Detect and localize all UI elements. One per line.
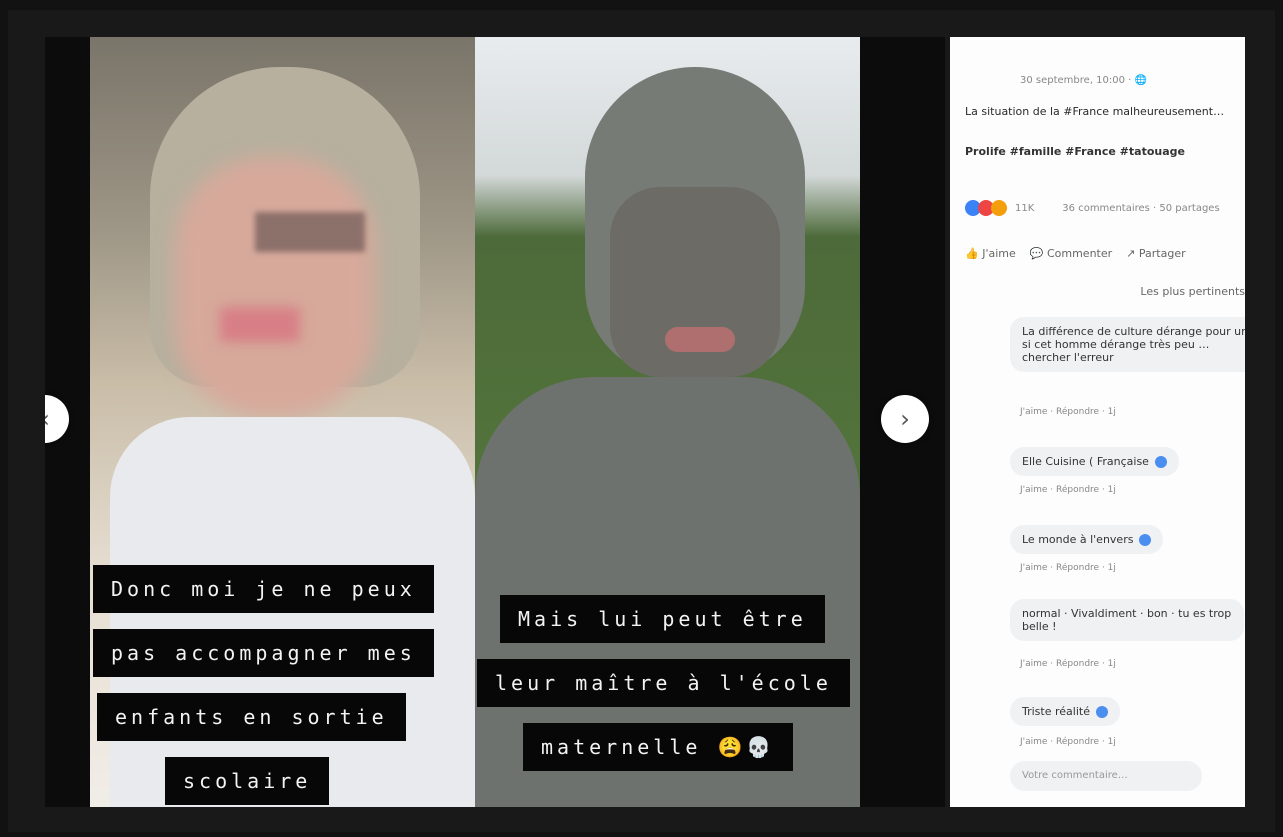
like-button[interactable]: 👍 J'aime [965, 247, 1016, 260]
post-date: 30 septembre, 10:00 · 🌐 [1020, 75, 1147, 86]
post-sidebar: 30 septembre, 10:00 · 🌐 La situation de … [950, 37, 1245, 807]
blurred-face [175, 157, 375, 417]
comment-input[interactable]: Votre commentaire… [1010, 761, 1202, 791]
lips [665, 327, 735, 352]
chevron-left-icon: ‹ [45, 405, 50, 433]
reactions-summary[interactable]: 11K 36 commentaires · 50 partages [965, 200, 1220, 216]
comment-button[interactable]: 💬 Commenter [1030, 247, 1112, 260]
reaction-count: 11K [1015, 202, 1035, 214]
comment-3: Le monde à l'envers [1010, 525, 1164, 554]
comment-5-actions[interactable]: J'aime · Répondre · 1j [1020, 737, 1116, 747]
caption-left-line-1: Donc moi je ne peux [93, 565, 434, 613]
comment-sort[interactable]: Les plus pertinents [1140, 285, 1245, 298]
verified-icon [1154, 456, 1167, 468]
post-text: La situation de la #France malheureuseme… [965, 105, 1225, 118]
haha-reaction-icon [991, 200, 1007, 216]
post-actions: 👍 J'aime 💬 Commenter ↗ Partager [965, 247, 1186, 260]
caption-left-line-4: scolaire [165, 757, 330, 805]
share-button[interactable]: ↗ Partager [1126, 247, 1185, 260]
comment-2: Elle Cuisine ( Française [1010, 447, 1179, 476]
caption-right-line-1: Mais lui peut être [500, 595, 825, 643]
comment-3-actions[interactable]: J'aime · Répondre · 1j [1020, 563, 1116, 573]
caption-right-line-2: leur maître à l'école [477, 659, 850, 707]
chevron-right-icon: › [900, 405, 910, 433]
comment-4-actions[interactable]: J'aime · Répondre · 1j [1020, 659, 1116, 669]
comment-5: Triste réalité [1010, 697, 1120, 726]
photo-left [90, 37, 475, 807]
media-viewer: Donc moi je ne peux pas accompagner mes … [45, 37, 945, 807]
caption-left-line-3: enfants en sortie [97, 693, 406, 741]
pixelated-eyes [255, 212, 365, 252]
caption-left-line-2: pas accompagner mes [93, 629, 434, 677]
caption-right-line-3: maternelle 😩💀 [523, 723, 794, 771]
next-button[interactable]: › [881, 395, 929, 443]
comment-4: normal · Vivaldiment · bon · tu es trop … [1010, 599, 1244, 641]
comment-1: La différence de culture dérange pour un… [1010, 317, 1245, 372]
verified-icon [1095, 706, 1108, 718]
verified-icon [1139, 534, 1152, 546]
post-hashtags[interactable]: Prolife #famille #France #tatouage [965, 145, 1185, 158]
comment-1-actions[interactable]: J'aime · Répondre · 1j [1020, 407, 1116, 417]
comment-2-actions[interactable]: J'aime · Répondre · 1j [1020, 485, 1116, 495]
previous-button[interactable]: ‹ [45, 395, 69, 443]
pixelated-mouth [220, 307, 300, 342]
comment-count[interactable]: 36 commentaires · 50 partages [1062, 203, 1219, 214]
